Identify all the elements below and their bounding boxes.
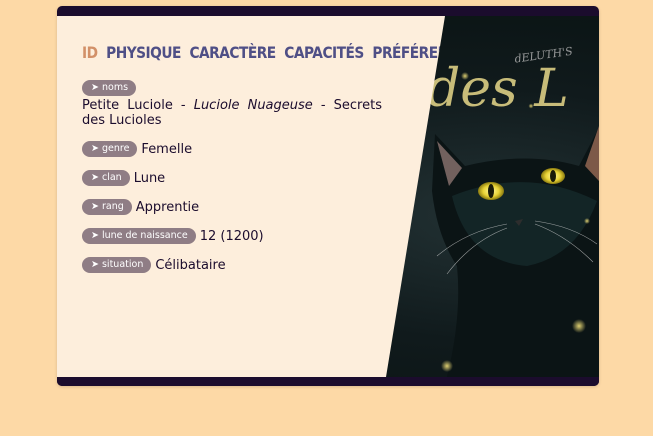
- situation-value: Célibataire: [155, 257, 226, 273]
- field-rang: ➤ rang Apprentie: [82, 199, 382, 215]
- field-lune-de-naissance: ➤ lune de naissance 12 (1200): [82, 228, 382, 244]
- rang-value: Apprentie: [135, 199, 200, 215]
- tab-capacites[interactable]: CAPACITÉS: [284, 43, 364, 62]
- noms-part-1: Petite Luciole: [82, 98, 173, 113]
- character-card: des L dELUTH'S ID PHYSIQUE CARACTÈRE CAP…: [57, 6, 599, 386]
- card-bottom-bar: [57, 377, 599, 386]
- rang-badge: ➤ rang: [82, 199, 132, 215]
- tab-id[interactable]: ID: [82, 43, 98, 62]
- genre-value: Femelle: [141, 141, 193, 157]
- genre-badge: ➤ genre: [82, 141, 138, 157]
- field-situation: ➤ situation Célibataire: [82, 257, 382, 273]
- clan-value: Lune: [133, 170, 166, 186]
- noms-separator-2: -: [312, 98, 334, 113]
- lune-value: 12 (1200): [199, 228, 264, 244]
- situation-badge: ➤ situation: [82, 257, 152, 273]
- field-noms: ➤ noms Petite Luciole - Luciole Nuageuse…: [82, 79, 382, 128]
- noms-separator-1: -: [172, 98, 194, 113]
- noms-badge: ➤ noms: [82, 80, 137, 96]
- lune-badge: ➤ lune de naissance: [82, 228, 196, 244]
- noms-part-2: Luciole Nuageuse: [193, 98, 313, 113]
- profile-tabs: ID PHYSIQUE CARACTÈRE CAPACITÉS PRÉFÉREN…: [82, 43, 445, 62]
- artwork-script-text: des L: [427, 59, 569, 119]
- field-genre: ➤ genre Femelle: [82, 141, 382, 157]
- tab-physique[interactable]: PHYSIQUE: [106, 43, 181, 62]
- noms-value: Petite Luciole - Luciole Nuageuse - Secr…: [82, 98, 382, 128]
- clan-badge: ➤ clan: [82, 170, 130, 186]
- id-fields: ➤ noms Petite Luciole - Luciole Nuageuse…: [82, 79, 382, 286]
- field-clan: ➤ clan Lune: [82, 170, 382, 186]
- tab-caractere[interactable]: CARACTÈRE: [189, 43, 276, 62]
